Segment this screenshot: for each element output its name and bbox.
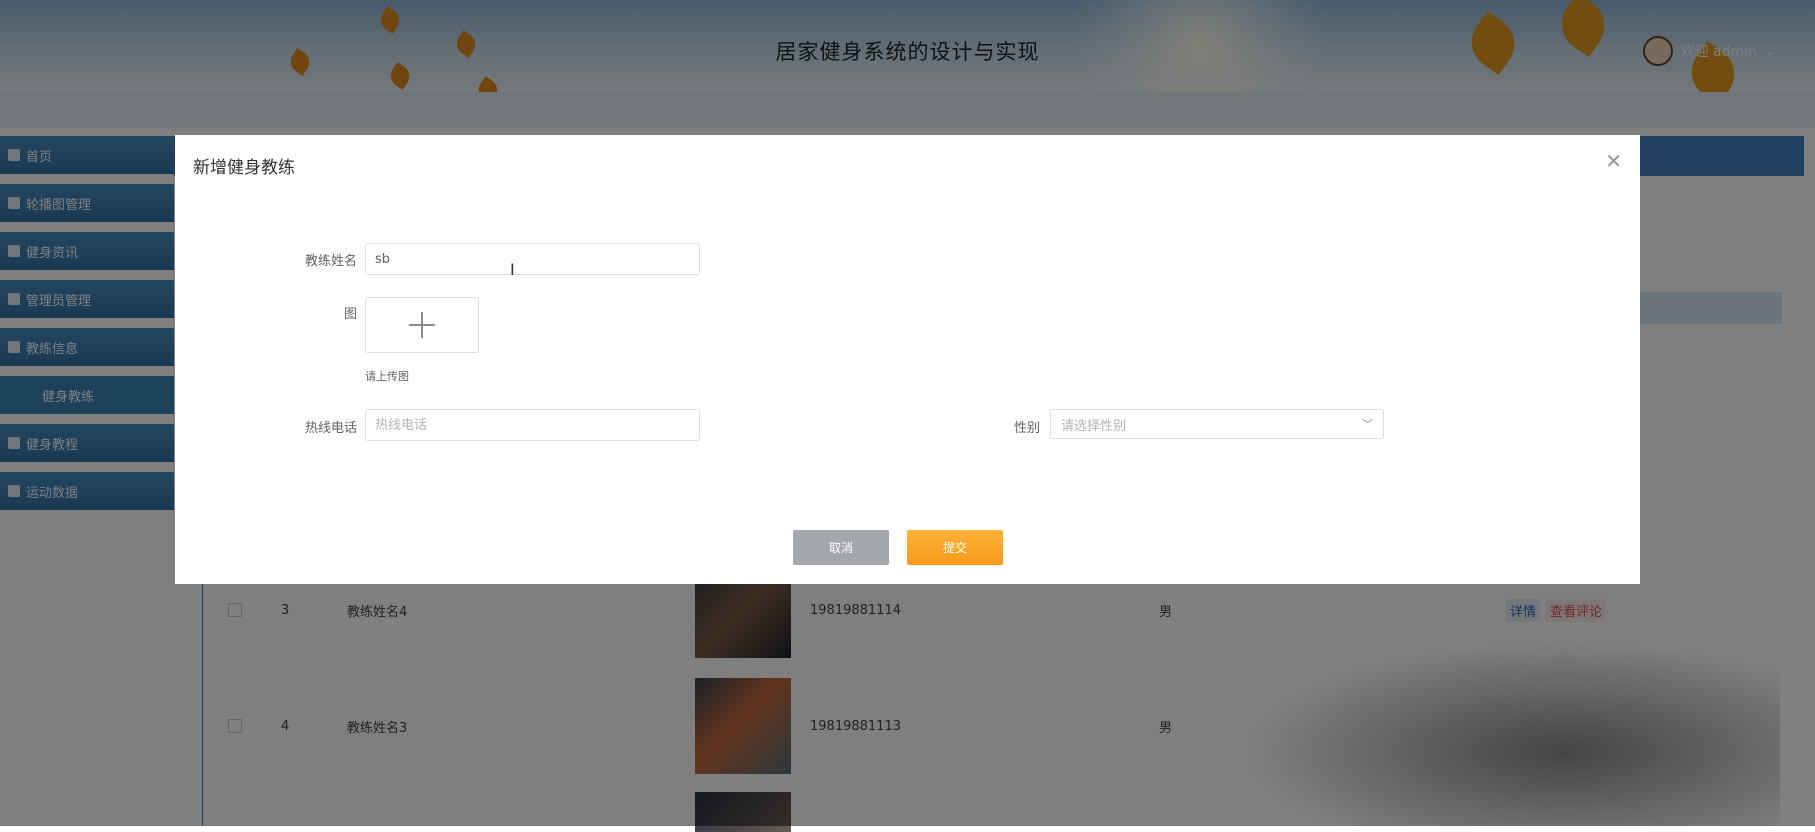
close-icon[interactable]: ✕ <box>1605 149 1622 173</box>
gender-label: 性别 <box>1013 421 1040 436</box>
phone-label: 热线电话 <box>304 421 357 436</box>
submit-button[interactable]: 提交 <box>907 530 1003 565</box>
dialog-title: 新增健身教练 <box>193 158 295 178</box>
upload-tip: 请上传图 <box>365 370 409 383</box>
chevron-down-icon: ﹀ <box>1362 418 1373 431</box>
cancel-button[interactable]: 取消 <box>793 530 889 565</box>
image-upload-button[interactable] <box>365 297 479 353</box>
gender-select[interactable]: 请选择性别 ﹀ <box>1050 409 1384 439</box>
add-coach-dialog: 新增健身教练 ✕ 教练姓名 I 图 请上传图 热线电话 性别 请选择性别 ﹀ 取… <box>175 135 1640 584</box>
gender-select-placeholder: 请选择性别 <box>1061 418 1127 434</box>
coach-name-input[interactable] <box>365 243 700 275</box>
plus-icon <box>421 312 423 338</box>
name-label: 教练姓名 <box>304 254 357 269</box>
text-cursor-icon: I <box>510 260 515 279</box>
hotline-phone-input[interactable] <box>365 409 700 441</box>
image-label: 图 <box>343 307 357 322</box>
